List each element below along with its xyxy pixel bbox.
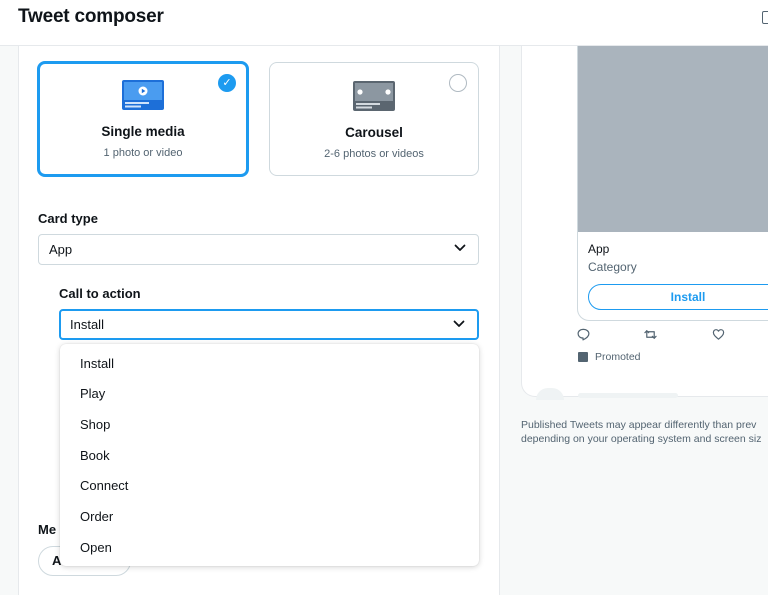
call-to-action-value: Install bbox=[70, 317, 104, 332]
carousel-option[interactable]: Carousel 2-6 photos or videos bbox=[269, 62, 479, 176]
single-media-title: Single media bbox=[101, 124, 185, 139]
menu-item-order[interactable]: Order bbox=[80, 509, 113, 524]
disclaimer-line-2: depending on your operating system and s… bbox=[521, 433, 762, 445]
card-type-label: Card type bbox=[38, 211, 98, 226]
preview-app-name: App bbox=[588, 242, 610, 256]
app-card-preview: App Category Install bbox=[577, 46, 768, 321]
header: Tweet composer bbox=[0, 0, 768, 46]
retweet-icon[interactable] bbox=[644, 328, 657, 341]
selected-check-icon: ✓ bbox=[218, 74, 236, 92]
menu-item-install[interactable]: Install bbox=[80, 356, 114, 371]
menu-item-open[interactable]: Open bbox=[80, 540, 112, 555]
carousel-subtitle: 2-6 photos or videos bbox=[324, 148, 424, 160]
preview-disclaimer: Published Tweets may appear differently … bbox=[521, 418, 768, 446]
menu-item-connect[interactable]: Connect bbox=[80, 478, 128, 493]
preview-image-placeholder bbox=[578, 46, 768, 232]
single-media-icon bbox=[122, 80, 164, 110]
call-to-action-menu: Install Play Shop Book Connect Order Ope… bbox=[60, 344, 479, 566]
menu-item-book[interactable]: Book bbox=[80, 448, 110, 463]
disclaimer-line-1: Published Tweets may appear differently … bbox=[521, 419, 757, 431]
call-to-action-label: Call to action bbox=[59, 286, 141, 301]
single-media-option[interactable]: ✓ Single media 1 photo or video bbox=[37, 61, 249, 177]
single-media-subtitle: 1 photo or video bbox=[103, 147, 183, 159]
menu-item-play[interactable]: Play bbox=[80, 386, 105, 401]
card-type-select[interactable]: App bbox=[38, 234, 479, 265]
page-title: Tweet composer bbox=[18, 6, 164, 27]
preview-install-button[interactable]: Install bbox=[588, 284, 768, 310]
card-type-value: App bbox=[49, 242, 73, 257]
promoted-icon bbox=[578, 352, 588, 362]
window-icon[interactable] bbox=[762, 11, 768, 24]
media-section-label: Me bbox=[38, 522, 57, 537]
preview-app-category: Category bbox=[588, 260, 637, 274]
chevron-down-icon bbox=[453, 320, 465, 327]
unselected-radio[interactable] bbox=[449, 74, 467, 92]
carousel-title: Carousel bbox=[345, 125, 403, 140]
reply-icon[interactable] bbox=[577, 328, 590, 341]
carousel-icon bbox=[353, 81, 395, 111]
promoted-label: Promoted bbox=[595, 351, 641, 363]
menu-item-shop[interactable]: Shop bbox=[80, 417, 110, 432]
like-icon[interactable] bbox=[712, 328, 725, 341]
call-to-action-select[interactable]: Install bbox=[59, 309, 479, 340]
next-tweet-text-placeholder bbox=[578, 393, 678, 398]
chevron-down-icon bbox=[454, 244, 466, 251]
